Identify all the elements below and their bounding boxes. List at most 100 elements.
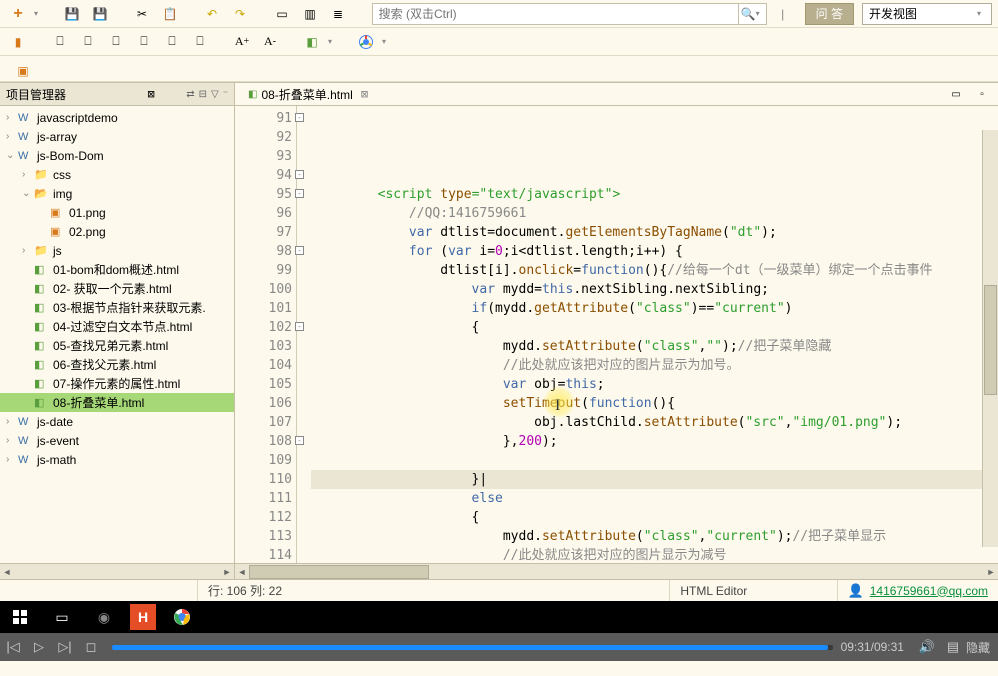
scroll-right-icon[interactable]: ► — [984, 567, 998, 577]
tree-item[interactable]: ›Wjs-date — [0, 412, 234, 431]
tool2-icon-3[interactable]: ⎕ — [104, 31, 128, 53]
paste-icon[interactable]: 📋 — [158, 3, 182, 25]
stop-icon[interactable]: ◻ — [78, 639, 104, 655]
tool2-icon-5[interactable]: ⎕ — [160, 31, 184, 53]
tool-icon-2[interactable]: ▥ — [298, 3, 322, 25]
sidebar-title: 项目管理器 — [6, 86, 144, 103]
email-link[interactable]: 1416759661@qq.com — [870, 584, 988, 598]
save-icon[interactable]: 💾 — [60, 3, 84, 25]
link-icon[interactable]: ⇄ — [186, 89, 194, 100]
chrome-taskbar-icon[interactable] — [166, 601, 198, 633]
chevron-down-icon: ▾ — [977, 9, 985, 18]
run-icon[interactable]: ◧ — [300, 31, 324, 53]
editor-horizontal-scrollbar[interactable]: ◄ ► — [235, 563, 998, 579]
tree-item[interactable]: ◧07-操作元素的属性.html — [0, 374, 234, 393]
html-file-icon: ◧ — [248, 89, 257, 100]
tree-item[interactable]: ▣02.png — [0, 222, 234, 241]
view-label: 开发视图 — [869, 5, 977, 22]
redo-icon[interactable]: ↷ — [228, 3, 252, 25]
close-icon[interactable]: ⊠ — [148, 87, 155, 101]
tree-item[interactable]: ◧01-bom和dom概述.html — [0, 260, 234, 279]
tree-item[interactable]: ›📁js — [0, 241, 234, 260]
next-icon[interactable]: ▷| — [52, 639, 78, 655]
collapse-icon[interactable]: ⊟ — [199, 89, 207, 100]
tree-item[interactable]: ◧04-过滤空白文本节点.html — [0, 317, 234, 336]
tree-item[interactable]: ›📁css — [0, 165, 234, 184]
search-input[interactable] — [373, 7, 738, 21]
hide-icon[interactable]: ▤ — [940, 639, 966, 655]
undo-icon[interactable]: ↶ — [200, 3, 224, 25]
user-icon: 👤 — [848, 583, 864, 599]
editor-area: ◧ 08-折叠菜单.html ⊠ ▭ ▫ 91-929394-95-969798… — [235, 82, 998, 579]
cut-icon[interactable]: ✂ — [130, 3, 154, 25]
tree-item[interactable]: ›Wjs-math — [0, 450, 234, 469]
sidebar-header: 项目管理器 ⊠ ⇄ ⊟ ▽ ⁻ — [0, 82, 234, 106]
video-progress[interactable] — [112, 645, 833, 650]
windows-start-icon[interactable] — [4, 601, 36, 633]
scroll-left-icon[interactable]: ◄ — [0, 567, 14, 577]
horizontal-scrollbar[interactable]: ◄ ► — [0, 563, 234, 579]
maximize-editor-icon[interactable]: ▫ — [970, 83, 994, 105]
tool3-icon[interactable]: ▣ — [12, 60, 34, 82]
minimize-icon[interactable]: ⁻ — [223, 89, 228, 100]
hbuilder-icon[interactable]: H — [130, 604, 156, 630]
tab-bar: ◧ 08-折叠菜单.html ⊠ ▭ ▫ — [235, 82, 998, 106]
line-gutter: 91-929394-95-969798-99100101102-10310410… — [235, 106, 297, 563]
tree-item[interactable]: ▣01.png — [0, 203, 234, 222]
view-dropdown[interactable]: 开发视图 ▾ — [862, 3, 992, 25]
status-email: 👤 1416759661@qq.com — [837, 580, 998, 601]
dropdown-arrow-icon[interactable]: ▾ — [328, 37, 336, 46]
qa-button[interactable]: 问 答 — [805, 3, 854, 25]
code-content[interactable]: I <script type="text/javascript"> //QQ:1… — [311, 106, 998, 563]
taskbar[interactable]: ▭ ◉ H — [0, 601, 998, 633]
vertical-scrollbar[interactable] — [982, 130, 998, 547]
dropdown-arrow-icon[interactable]: ▾ — [382, 37, 390, 46]
tree-item[interactable]: ◧05-查找兄弟元素.html — [0, 336, 234, 355]
tool2-icon-2[interactable]: ⎕ — [76, 31, 100, 53]
tree-item[interactable]: ◧06-查找父元素.html — [0, 355, 234, 374]
video-bar[interactable]: |◁ ▷ ▷| ◻ 09:31/09:31 🔊 ▤ 隐藏 — [0, 633, 998, 661]
font-increase-icon[interactable]: A+ — [230, 31, 254, 53]
tree-item[interactable]: ›Wjs-array — [0, 127, 234, 146]
new-file-icon[interactable]: + — [6, 3, 30, 25]
task-view-icon[interactable]: ▭ — [46, 601, 78, 633]
chrome-icon[interactable] — [354, 31, 378, 53]
app-icon-1[interactable]: ◉ — [88, 601, 120, 633]
scroll-left-icon[interactable]: ◄ — [235, 567, 249, 577]
tree-item[interactable]: ⌄📂img — [0, 184, 234, 203]
volume-icon[interactable]: 🔊 — [914, 639, 940, 655]
minimize-editor-icon[interactable]: ▭ — [944, 83, 968, 105]
font-decrease-icon[interactable]: A- — [258, 31, 282, 53]
code-editor[interactable]: 91-929394-95-969798-99100101102-10310410… — [235, 106, 998, 563]
status-bar: 行: 106 列: 22 HTML Editor 👤 1416759661@qq… — [0, 579, 998, 601]
project-sidebar: 项目管理器 ⊠ ⇄ ⊟ ▽ ⁻ ›Wjavascriptdemo›Wjs-arr… — [0, 82, 235, 579]
tree-item[interactable]: ◧08-折叠菜单.html — [0, 393, 234, 412]
video-time: 09:31/09:31 — [841, 640, 904, 654]
tree-item[interactable]: ◧03-根据节点指针来获取元素. — [0, 298, 234, 317]
prev-icon[interactable]: |◁ — [0, 639, 26, 655]
tool2-icon-4[interactable]: ⎕ — [132, 31, 156, 53]
dropdown-arrow-icon[interactable]: ▾ — [34, 9, 42, 18]
bookmark-icon[interactable]: ▮ — [6, 31, 30, 53]
status-mode: HTML Editor — [669, 580, 836, 601]
tree-item[interactable]: ›Wjavascriptdemo — [0, 108, 234, 127]
tool-icon-3[interactable]: ≣ — [326, 3, 350, 25]
tree-item[interactable]: ⌄Wjs-Bom-Dom — [0, 146, 234, 165]
tool2-icon-1[interactable]: ⎕ — [48, 31, 72, 53]
search-button[interactable]: 🔍▾ — [738, 4, 766, 24]
status-cell-empty — [0, 580, 197, 601]
file-tab[interactable]: ◧ 08-折叠菜单.html ⊠ — [239, 83, 377, 105]
play-icon[interactable]: ▷ — [26, 639, 52, 655]
search-box[interactable]: 🔍▾ — [372, 3, 767, 25]
save-all-icon[interactable]: 💾 — [88, 3, 112, 25]
hide-label[interactable]: 隐藏 — [966, 639, 990, 656]
status-position: 行: 106 列: 22 — [197, 580, 669, 601]
tool2-icon-6[interactable]: ⎕ — [188, 31, 212, 53]
close-tab-icon[interactable]: ⊠ — [361, 87, 368, 101]
tool-icon-1[interactable]: ▭ — [270, 3, 294, 25]
scroll-right-icon[interactable]: ► — [220, 567, 234, 577]
tree-item[interactable]: ›Wjs-event — [0, 431, 234, 450]
tree-item[interactable]: ◧02- 获取一个元素.html — [0, 279, 234, 298]
project-tree[interactable]: ›Wjavascriptdemo›Wjs-array⌄Wjs-Bom-Dom›📁… — [0, 106, 234, 563]
menu-icon[interactable]: ▽ — [211, 89, 219, 100]
